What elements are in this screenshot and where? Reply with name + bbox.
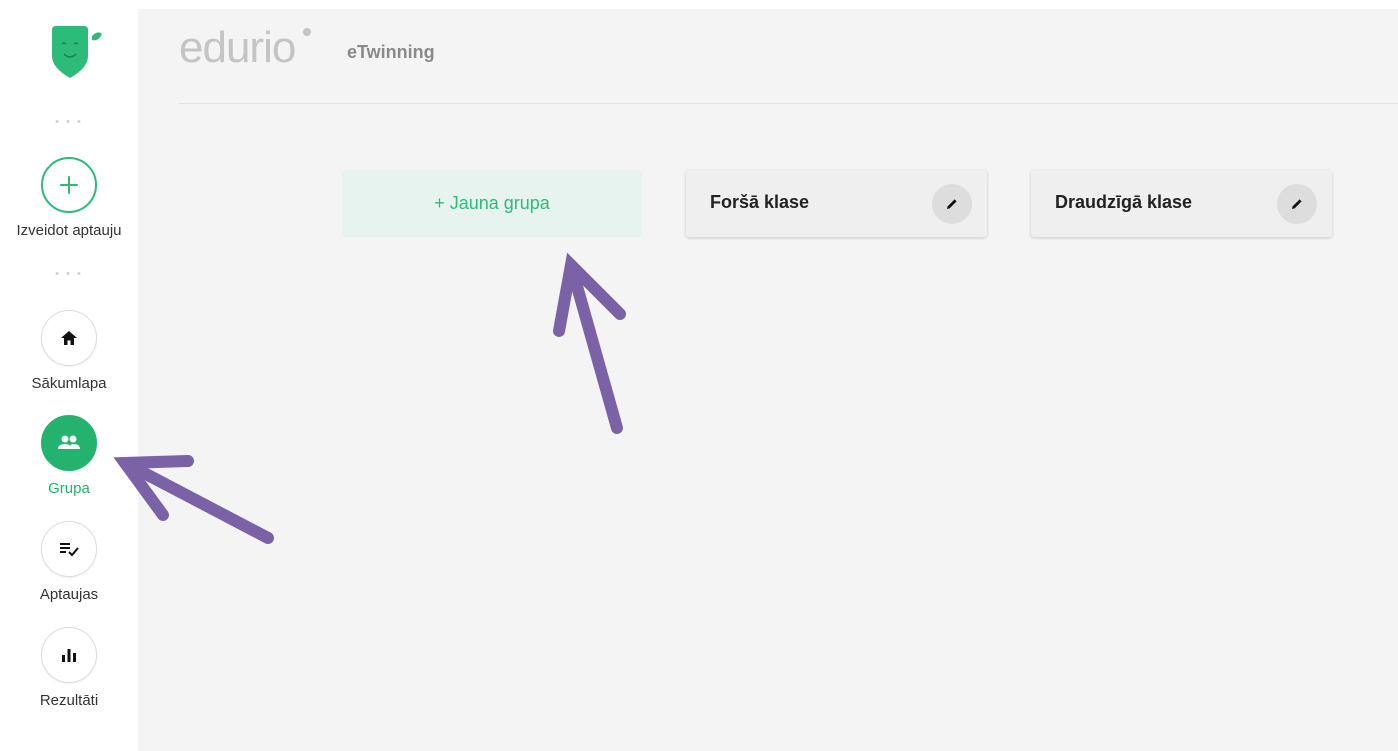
page-subtitle: eTwinning [347,42,435,62]
divider-dots: • • • [55,268,83,280]
brand-logo[interactable]: edurio [179,23,296,73]
sidebar-item-home-circle[interactable] [41,310,97,366]
sidebar-item-surveys-circle[interactable] [41,521,97,577]
sidebar-item-results-circle[interactable] [41,627,97,683]
group-name: Draudzīgā klase [1055,192,1193,212]
sidebar-item-label: Sākumlapa [31,375,107,392]
home-icon [61,331,77,345]
pencil-icon [947,199,957,209]
main-content: edurio eTwinning + Jauna grupa Foršā kla… [138,9,1398,751]
sidebar-item-surveys[interactable]: Aptaujas [0,521,138,603]
edit-group-button[interactable] [1277,184,1317,224]
group-icon [58,435,80,449]
sidebar: • • • Izveidot aptauju • • • Sākumlapa G… [0,0,138,751]
new-group-button[interactable]: + Jauna grupa [342,170,642,237]
sidebar-item-label: Rezultāti [39,692,99,709]
sidebar-item-label: Aptaujas [39,586,99,603]
create-survey-label: Izveidot aptauju [16,222,122,239]
group-card[interactable]: Draudzīgā klase [1031,170,1332,237]
header-divider [179,103,1398,104]
sidebar-item-label: Grupa [48,480,90,497]
sidebar-item-group-circle[interactable] [41,415,97,471]
divider-dots: • • • [55,116,83,128]
edurio-logo-icon[interactable] [48,24,102,80]
sidebar-item-group[interactable]: Grupa [0,415,138,497]
bar-chart-icon [62,649,76,662]
edit-group-button[interactable] [932,184,972,224]
group-card[interactable]: Foršā klase [686,170,987,237]
sidebar-item-results[interactable]: Rezultāti [0,627,138,709]
sidebar-item-home[interactable]: Sākumlapa [0,310,138,392]
plus-icon [60,176,78,194]
create-survey-button[interactable]: Izveidot aptauju [0,157,138,239]
brand-dot [303,28,311,36]
group-name: Foršā klase [710,192,810,212]
create-survey-circle[interactable] [41,157,97,213]
pencil-icon [1292,199,1302,209]
checklist-icon [60,543,79,557]
